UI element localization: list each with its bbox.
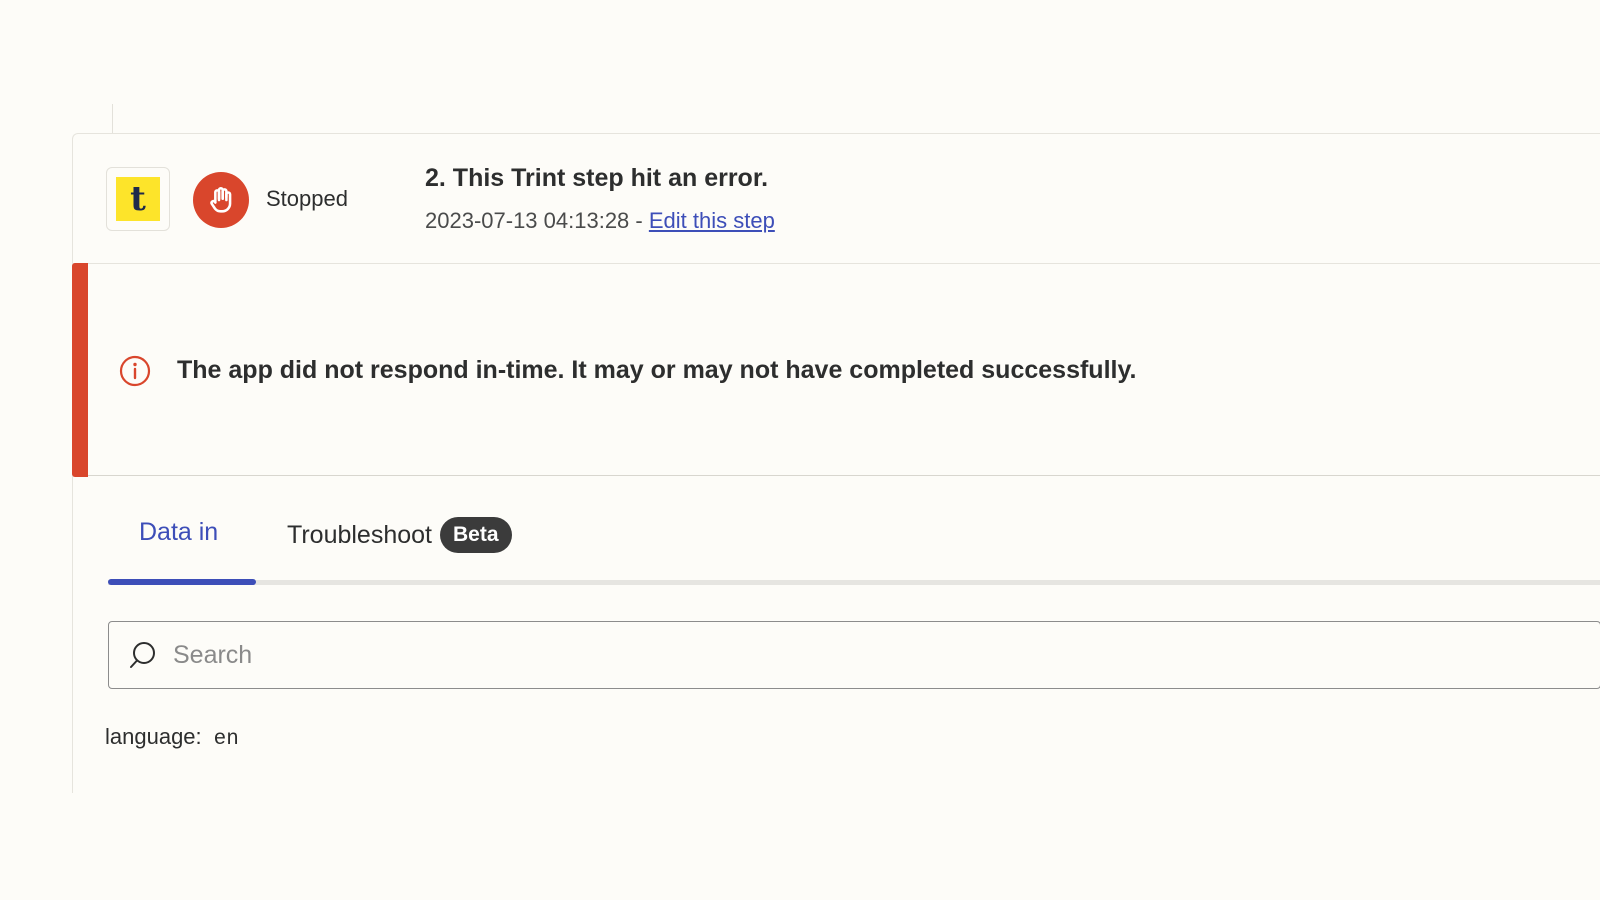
step-panel: t Stopped 2. This Trint step hit an erro… [72,133,1600,793]
tab-active-indicator [108,579,256,585]
edit-step-link[interactable]: Edit this step [649,208,775,233]
search-icon [130,642,155,668]
search-input[interactable] [173,640,1553,670]
meta-separator: - [629,208,649,233]
error-accent-bar [72,263,88,477]
step-header: t Stopped 2. This Trint step hit an erro… [73,134,1600,264]
tab-troubleshoot[interactable]: Troubleshoot Beta [287,517,512,553]
trint-logo-icon: t [116,177,160,221]
search-box [108,621,1600,689]
trint-app-logo: t [106,167,170,231]
beta-badge: Beta [440,517,512,553]
data-field-key: language: [105,724,202,749]
status-label: Stopped [266,186,348,211]
tab-track [108,580,1600,585]
step-timestamp: 2023-07-13 04:13:28 [425,208,630,233]
hand-stop-icon [193,172,249,228]
workflow-connector-line [112,104,113,134]
tab-troubleshoot-label: Troubleshoot [287,520,432,549]
tab-data-in[interactable]: Data in [139,518,218,547]
step-title: 2. This Trint step hit an error. [425,164,769,192]
step-meta: 2023-07-13 04:13:28 - Edit this step [425,208,775,234]
error-message: The app did not respond in-time. It may … [177,356,1137,384]
tab-bar: Data in Troubleshoot Beta [108,476,1600,588]
info-circle-icon [119,355,151,387]
error-banner: The app did not respond in-time. It may … [72,263,1600,477]
data-field-row: language: en [105,724,239,751]
data-field-value: en [213,728,239,751]
